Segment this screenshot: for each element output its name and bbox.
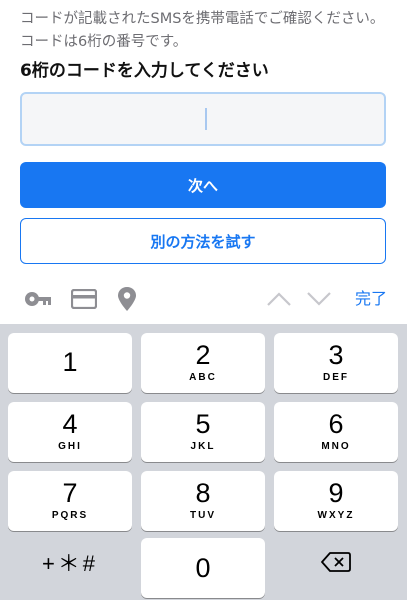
code-input[interactable] [20, 92, 386, 146]
key-letters: JKL [190, 441, 216, 452]
key-symbols-label: +＊# [41, 551, 99, 576]
key-letters: DEF [323, 372, 349, 383]
numeric-keypad: 1 2 ABC 3 DEF 4 GHI 5 JKL 6 MNO 7 PQRS 8… [0, 324, 407, 600]
backspace-icon [321, 551, 351, 577]
instruction-text: コードが記載されたSMSを携帯電話でご確認ください。コードは6桁の番号です。 [20, 11, 385, 50]
text-caret [205, 108, 207, 130]
key-number: 3 [328, 340, 344, 370]
next-button[interactable]: 次へ [20, 162, 386, 208]
key-letters: GHI [58, 441, 82, 452]
key-1[interactable]: 1 [8, 333, 132, 393]
key-letters: ABC [189, 372, 217, 383]
key-number: 8 [195, 478, 211, 508]
key-letters: PQRS [51, 510, 89, 521]
key-letters: TUV [190, 510, 216, 521]
key-8[interactable]: 8 TUV [141, 471, 265, 531]
location-pin-icon[interactable] [113, 286, 141, 312]
key-6[interactable]: 6 MNO [274, 402, 398, 462]
key-5[interactable]: 5 JKL [141, 402, 265, 462]
key-2[interactable]: 2 ABC [141, 333, 265, 393]
key-symbols[interactable]: +＊# [8, 534, 132, 594]
key-number: 5 [195, 409, 211, 439]
key-number: 2 [195, 340, 211, 370]
key-number: 9 [328, 478, 344, 508]
key-icon[interactable] [24, 286, 52, 312]
key-7[interactable]: 7 PQRS [8, 471, 132, 531]
key-number: 7 [62, 478, 78, 508]
keyboard-toolbar: 完了 [0, 274, 407, 324]
page-title: 6桁のコードを入力してください [20, 61, 269, 81]
key-4[interactable]: 4 GHI [8, 402, 132, 462]
key-3[interactable]: 3 DEF [274, 333, 398, 393]
key-letters: WXYZ [317, 510, 355, 521]
chevron-down-icon[interactable] [305, 286, 333, 312]
done-button[interactable]: 完了 [355, 286, 387, 312]
key-number: 4 [62, 409, 78, 439]
credit-card-icon[interactable] [70, 286, 98, 312]
key-0[interactable]: 0 [141, 538, 265, 598]
key-number: 6 [328, 409, 344, 439]
key-9[interactable]: 9 WXYZ [274, 471, 398, 531]
key-number: 0 [195, 553, 211, 583]
try-another-method-button[interactable]: 別の方法を試す [20, 218, 386, 264]
key-number: 1 [62, 347, 78, 377]
key-letters: MNO [321, 441, 351, 452]
chevron-up-icon[interactable] [265, 286, 293, 312]
delete-key[interactable] [274, 534, 398, 594]
